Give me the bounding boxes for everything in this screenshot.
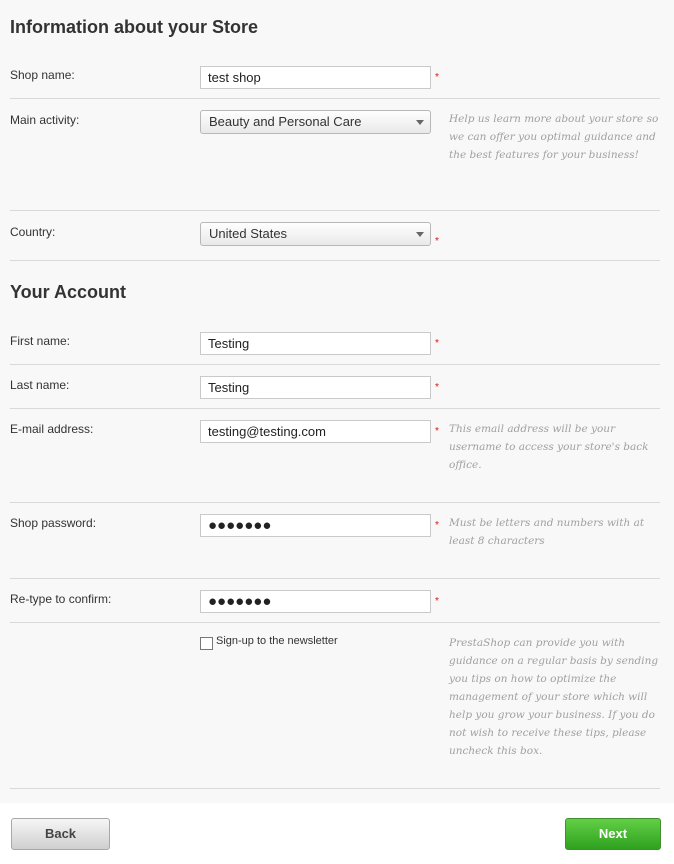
divider [10,502,660,503]
email-label: E-mail address: [10,422,94,436]
divider [10,364,660,365]
last-name-input[interactable]: Testing [200,376,431,399]
back-button[interactable]: Back [11,818,110,850]
country-select[interactable]: United States [200,222,431,246]
chevron-down-icon [416,232,424,237]
divider [10,260,660,261]
divider [10,408,660,409]
divider [10,788,660,789]
country-label: Country: [10,225,56,239]
required-marker: * [435,520,439,531]
main-activity-help: Help us learn more about your store so w… [449,113,659,161]
required-marker: * [435,72,439,83]
email-input[interactable]: testing@testing.com [200,420,431,443]
confirm-password-label: Re-type to confirm: [10,592,112,606]
newsletter-help: PrestaShop can provide you with guidance… [449,637,659,757]
required-marker: * [435,338,439,349]
password-help: Must be letters and numbers with at leas… [449,517,645,547]
newsletter-label[interactable]: Sign-up to the newsletter [216,635,338,647]
shop-name-input[interactable]: test shop [200,66,431,89]
divider [10,622,660,623]
store-section-title: Information about your Store [10,17,259,37]
confirm-password-input[interactable]: ●●●●●●● [200,590,431,613]
shop-name-label: Shop name: [10,68,75,82]
first-name-label: First name: [10,334,71,348]
country-selected-value: United States [209,226,288,241]
required-marker: * [435,426,439,437]
required-marker: * [435,596,439,607]
chevron-down-icon [416,120,424,125]
next-button[interactable]: Next [565,818,661,850]
main-activity-select[interactable]: Beauty and Personal Care [200,110,431,134]
main-activity-label: Main activity: [10,113,80,127]
account-section-title: Your Account [10,282,126,302]
email-help: This email address will be your username… [449,423,649,471]
required-marker: * [435,382,439,393]
password-input[interactable]: ●●●●●●● [200,514,431,537]
first-name-input[interactable]: Testing [200,332,431,355]
divider [10,98,660,99]
install-form-panel: Information about your Store Shop name: … [0,0,674,803]
password-label: Shop password: [10,516,97,530]
divider [10,210,660,211]
last-name-label: Last name: [10,378,70,392]
main-activity-selected-value: Beauty and Personal Care [209,114,362,129]
required-marker: * [435,236,439,247]
newsletter-checkbox[interactable] [200,637,213,650]
divider [10,578,660,579]
